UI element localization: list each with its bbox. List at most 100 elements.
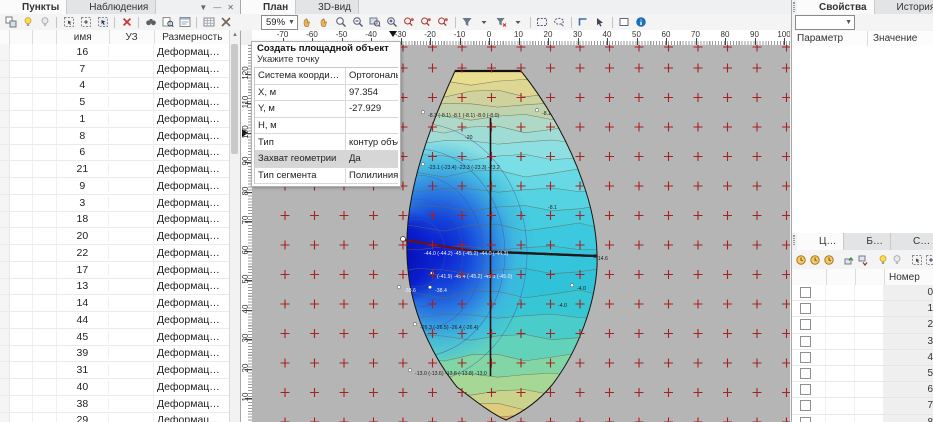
row-selector[interactable] <box>0 228 10 244</box>
point-row[interactable]: 7Деформац… <box>0 61 230 78</box>
cycle-row[interactable]: 1 <box>792 301 933 317</box>
cycle-row[interactable]: 8 <box>792 415 933 422</box>
number-cell[interactable]: 2 <box>884 317 933 332</box>
form-editor-icon[interactable] <box>177 15 192 29</box>
clock-icon[interactable] <box>809 253 821 267</box>
cycle-row[interactable]: 5 <box>792 366 933 382</box>
row-selector[interactable] <box>0 44 10 60</box>
row-checkbox[interactable] <box>800 368 811 379</box>
point-row[interactable]: 4Деформац… <box>0 78 230 95</box>
uz-cell[interactable] <box>109 94 154 110</box>
point-row[interactable]: 9Деформац… <box>0 178 230 195</box>
row-selector[interactable] <box>0 145 10 161</box>
uz-cell[interactable] <box>109 262 154 278</box>
point-row[interactable]: 5Деформац… <box>0 94 230 111</box>
point-row[interactable]: 29Деформац… <box>0 413 230 422</box>
attachment-cell[interactable] <box>33 111 56 127</box>
dimension-cell[interactable]: Деформац… <box>154 213 230 225</box>
parameter-column-header[interactable]: Параметр <box>792 31 868 46</box>
dimension-cell[interactable]: Деформац… <box>154 130 230 142</box>
point-row[interactable]: 44Деформац… <box>0 312 230 329</box>
comment-cell[interactable] <box>10 295 33 311</box>
uz-cell[interactable] <box>109 379 154 395</box>
row-selector[interactable] <box>0 279 10 295</box>
name-column-header[interactable]: имя <box>57 30 110 44</box>
comment-column-header[interactable] <box>827 269 856 285</box>
param-value[interactable]: -27.929 <box>346 103 398 114</box>
attachment-cell[interactable] <box>33 44 56 60</box>
uz-cell[interactable] <box>109 61 154 77</box>
select-cell[interactable] <box>792 382 826 397</box>
tab-cycles[interactable]: Ц… <box>797 233 844 250</box>
comment-cell[interactable] <box>10 329 33 345</box>
row-checkbox[interactable] <box>800 384 811 395</box>
bulb-off-icon[interactable] <box>891 253 903 267</box>
filter-icon[interactable] <box>460 15 475 29</box>
zoom-level-combobox[interactable]: 59% ▼ <box>261 15 298 30</box>
dialog-param-row[interactable]: Типконтур объекта <box>255 134 398 151</box>
select-cell[interactable] <box>792 317 826 332</box>
tab-observations[interactable]: Наблюдения <box>67 0 156 14</box>
row-checkbox[interactable] <box>800 303 811 314</box>
comment-cell[interactable] <box>826 317 855 332</box>
point-row[interactable]: 6Деформац… <box>0 145 230 162</box>
dialog-param-row[interactable]: Захват геометрииДа <box>255 151 398 168</box>
comment-cell[interactable] <box>10 128 33 144</box>
snap-corner-icon[interactable] <box>576 15 591 29</box>
number-cell[interactable]: 4 <box>884 350 933 365</box>
name-cell[interactable]: 20 <box>57 230 110 242</box>
select-cell[interactable] <box>792 285 826 300</box>
point-row[interactable]: 1Деформац… <box>0 111 230 128</box>
row-selector[interactable] <box>0 61 10 77</box>
row-selector[interactable] <box>0 161 10 177</box>
cycle-row[interactable]: 6 <box>792 382 933 398</box>
comment-cell[interactable] <box>10 161 33 177</box>
uz-cell[interactable] <box>109 178 154 194</box>
comment-cell[interactable] <box>10 212 33 228</box>
select-cell[interactable] <box>792 366 826 381</box>
close-button[interactable]: ✕ <box>227 3 234 12</box>
comment-cell[interactable] <box>10 78 33 94</box>
comment-cell[interactable] <box>10 245 33 261</box>
dialog-param-row[interactable]: X, м97.354 <box>255 85 398 102</box>
cursor-mode-icon[interactable] <box>593 15 608 29</box>
comment-cell[interactable] <box>10 312 33 328</box>
row-selector[interactable] <box>0 245 10 261</box>
row-checkbox[interactable] <box>800 287 811 298</box>
row-selector[interactable] <box>0 94 10 110</box>
name-cell[interactable]: 5 <box>57 96 110 108</box>
point-row[interactable]: 38Деформац… <box>0 396 230 413</box>
attachment-cell[interactable] <box>855 366 884 381</box>
comment-cell[interactable] <box>826 366 855 381</box>
point-row[interactable]: 14Деформац… <box>0 295 230 312</box>
select-cell[interactable] <box>792 334 826 349</box>
comment-cell[interactable] <box>826 301 855 316</box>
delete-x-icon[interactable] <box>119 15 134 29</box>
comment-cell[interactable] <box>10 178 33 194</box>
scroll-up-arrow[interactable]: ▲ <box>230 30 240 41</box>
attachment-cell[interactable] <box>33 61 56 77</box>
search-form-icon[interactable] <box>160 15 175 29</box>
comment-cell[interactable] <box>826 398 855 413</box>
zoom-plain-icon[interactable] <box>334 15 349 29</box>
uz-cell[interactable] <box>109 413 154 422</box>
dimension-cell[interactable]: Деформац… <box>154 46 230 58</box>
uz-cell[interactable] <box>109 111 154 127</box>
uz-cell[interactable] <box>109 346 154 362</box>
bulb-on-icon[interactable] <box>877 253 889 267</box>
name-cell[interactable]: 38 <box>57 398 110 410</box>
zoom-user-icon[interactable] <box>402 15 417 29</box>
select-lasso-icon[interactable] <box>552 15 567 29</box>
number-cell[interactable]: 8 <box>884 415 933 422</box>
uz-cell[interactable] <box>109 128 154 144</box>
pin-button[interactable]: ▼ <box>199 3 207 12</box>
name-cell[interactable]: 17 <box>57 264 110 276</box>
name-cell[interactable]: 8 <box>57 130 110 142</box>
attachment-cell[interactable] <box>33 145 56 161</box>
drag-grip[interactable] <box>793 2 795 12</box>
dd-icon[interactable] <box>511 15 526 29</box>
row-selector[interactable] <box>0 346 10 362</box>
dd-icon[interactable] <box>477 15 492 29</box>
row-selector[interactable] <box>0 128 10 144</box>
number-cell[interactable]: 1 <box>884 301 933 316</box>
